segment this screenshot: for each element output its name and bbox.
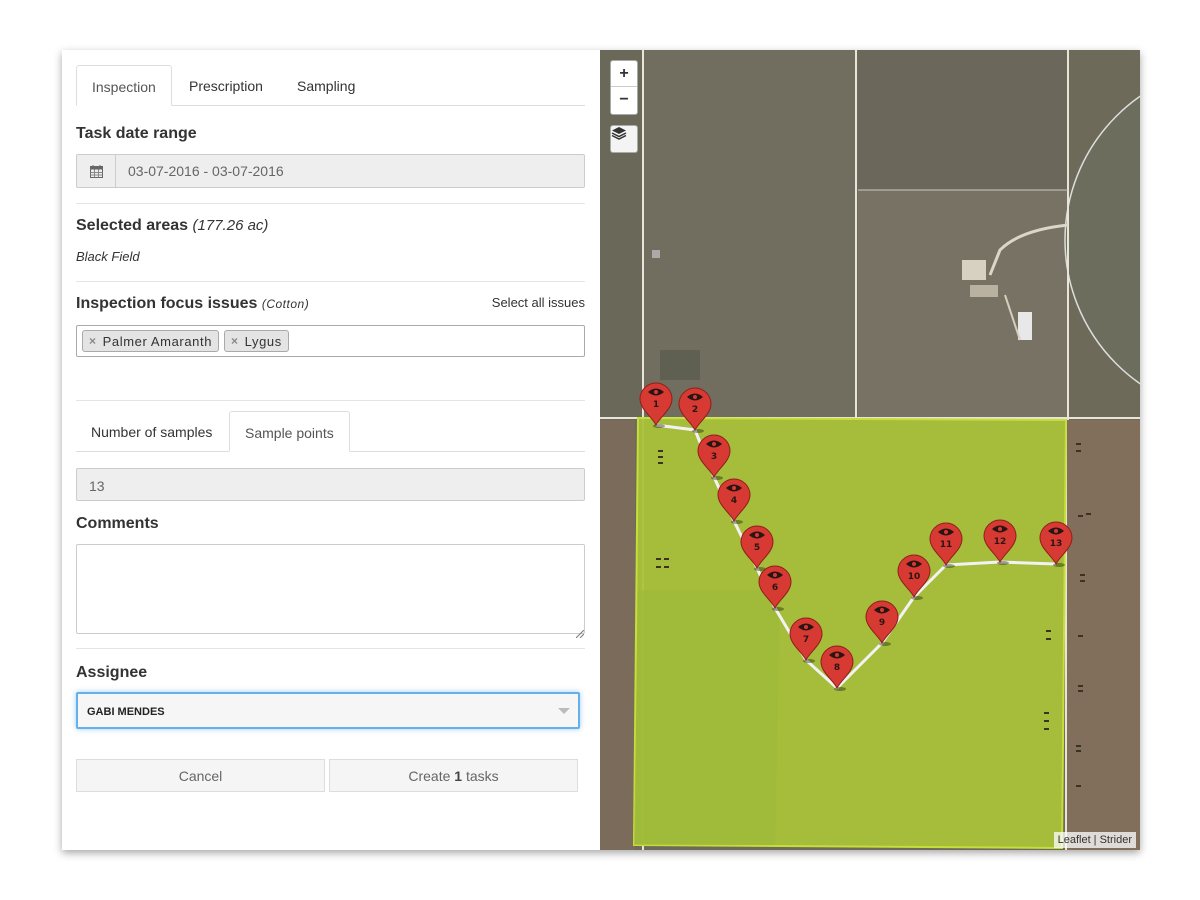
divider bbox=[76, 648, 585, 649]
remove-tag-icon[interactable]: × bbox=[89, 334, 97, 351]
focus-crop: (Cotton) bbox=[261, 297, 310, 311]
sample-point-label: 4 bbox=[731, 496, 737, 506]
focus-issues-label: Inspection focus issues bbox=[76, 295, 258, 312]
tab-inspection[interactable]: Inspection bbox=[76, 65, 172, 106]
tab-prescription[interactable]: Prescription bbox=[174, 65, 278, 106]
zoom-control: + − bbox=[610, 60, 638, 115]
issue-tag-label: Lygus bbox=[244, 334, 282, 349]
satellite-imagery: 1 234567891011 12 13 bbox=[600, 50, 1140, 850]
comments-title: Comments bbox=[76, 515, 159, 532]
sample-point-label: 11 bbox=[940, 540, 953, 550]
map-view[interactable]: 1 2 3 4 5 6 7 8 9 10 11 12 13 + − Leaflet | Strider bbox=[600, 50, 1140, 850]
comments-textarea[interactable] bbox=[76, 544, 585, 634]
issue-tag-label: Palmer Amaranth bbox=[102, 334, 213, 349]
create-suffix: tasks bbox=[465, 767, 499, 784]
create-prefix: Create bbox=[408, 767, 451, 784]
sample-mode-tabs: Number of samples Sample points bbox=[76, 411, 585, 452]
task-date-title: Task date range bbox=[76, 125, 197, 142]
divider bbox=[76, 281, 585, 282]
create-tasks-button[interactable]: Create 1 tasks bbox=[329, 759, 578, 792]
assignee-value: GABI MENDES bbox=[87, 706, 165, 718]
sample-points-count[interactable]: 13 bbox=[76, 468, 585, 501]
date-range-input[interactable]: 03-07-2016 - 03-07-2016 bbox=[116, 155, 584, 187]
tab-sample-points[interactable]: Sample points bbox=[229, 411, 350, 452]
sample-point-label: 8 bbox=[834, 663, 840, 673]
issue-tag: × Lygus bbox=[224, 330, 289, 352]
selected-areas-label: Selected areas bbox=[76, 217, 189, 234]
issue-tag: × Palmer Amaranth bbox=[82, 330, 220, 352]
date-range-field[interactable]: 03-07-2016 - 03-07-2016 bbox=[76, 154, 585, 188]
task-dialog: Inspection Prescription Sampling Task da… bbox=[62, 50, 1140, 850]
sample-point-label: 7 bbox=[803, 635, 809, 645]
tab-sampling[interactable]: Sampling bbox=[282, 65, 370, 106]
task-form-panel: Inspection Prescription Sampling Task da… bbox=[62, 50, 600, 850]
select-all-issues-link[interactable]: Select all issues bbox=[492, 295, 585, 310]
assignee-title: Assignee bbox=[76, 664, 148, 681]
chevron-down-icon bbox=[558, 708, 570, 714]
create-count: 1 bbox=[454, 767, 463, 784]
divider bbox=[76, 400, 585, 401]
task-type-tabs: Inspection Prescription Sampling bbox=[76, 65, 585, 106]
selected-areas-title: Selected areas (177.26 ac) bbox=[76, 217, 268, 235]
sample-point-label: 9 bbox=[879, 618, 885, 628]
sample-point-label: 10 bbox=[908, 572, 921, 582]
layers-icon[interactable] bbox=[610, 125, 638, 153]
assignee-select[interactable]: GABI MENDES bbox=[76, 692, 580, 729]
zoom-out-button[interactable]: − bbox=[611, 87, 637, 113]
sample-point-label: 13 bbox=[1050, 539, 1063, 549]
map-attribution[interactable]: Leaflet | Strider bbox=[1053, 832, 1136, 848]
selected-areas-acres: (177.26 ac) bbox=[192, 217, 269, 234]
resize-grip-icon[interactable] bbox=[575, 625, 585, 639]
tab-number-of-samples[interactable]: Number of samples bbox=[76, 411, 227, 452]
sample-point-label: 12 bbox=[994, 537, 1007, 547]
zoom-in-button[interactable]: + bbox=[611, 61, 637, 87]
sample-point-label: 1 bbox=[653, 400, 659, 410]
focus-issues-input[interactable]: × Palmer Amaranth × Lygus bbox=[76, 325, 585, 357]
focus-issues-title: Inspection focus issues (Cotton) bbox=[76, 295, 309, 313]
divider bbox=[76, 203, 585, 204]
calendar-icon[interactable] bbox=[77, 155, 116, 187]
sample-point-label: 5 bbox=[754, 543, 760, 553]
sample-point-label: 2 bbox=[692, 405, 698, 415]
cancel-button[interactable]: Cancel bbox=[76, 759, 325, 792]
sample-point-label: 3 bbox=[711, 452, 717, 462]
sample-point-label: 6 bbox=[772, 583, 778, 593]
remove-tag-icon[interactable]: × bbox=[231, 334, 239, 351]
selected-area-name: Black Field bbox=[76, 249, 140, 264]
